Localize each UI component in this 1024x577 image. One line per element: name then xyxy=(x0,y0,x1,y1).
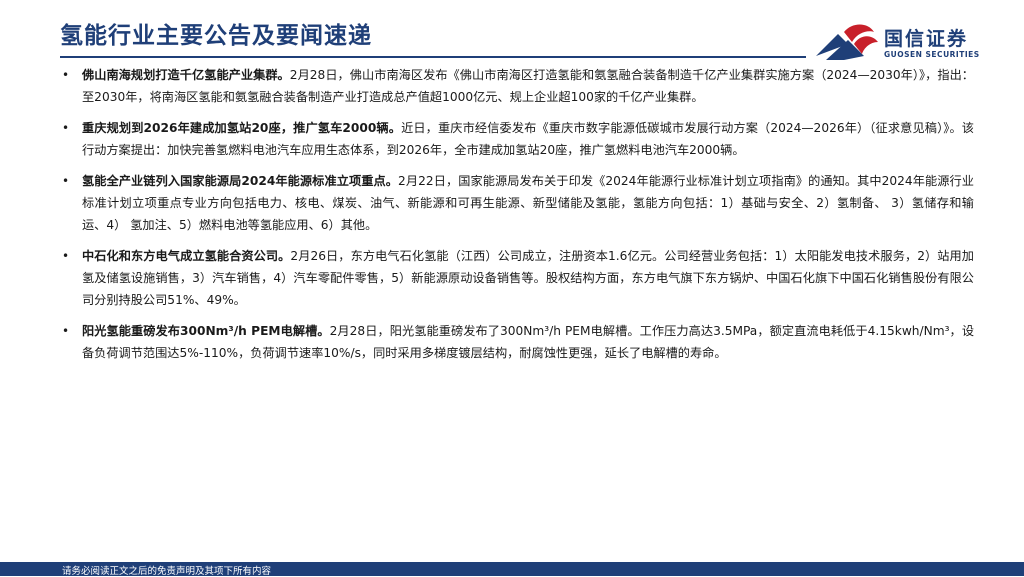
footer-disclaimer: 请务必阅读正文之后的免责声明及其项下所有内容 xyxy=(62,566,272,577)
logo-name-cn: 国信证券 xyxy=(884,28,969,50)
bullet: • xyxy=(62,68,70,82)
list-item: • 中石化和东方电气成立氢能合资公司。2月26日，东方电气石化氢能（江西）公司成… xyxy=(62,245,974,311)
header-divider xyxy=(60,56,806,58)
news-list: • 佛山南海规划打造千亿氢能产业集群。2月28日，佛山市南海区发布《佛山市南海区… xyxy=(62,64,974,373)
list-item: • 重庆规划到2026年建成加氢站20座，推广氢车2000辆。近日，重庆市经信委… xyxy=(62,117,974,161)
guosen-emblem-icon xyxy=(816,24,878,60)
page-title: 氢能行业主要公告及要闻速递 xyxy=(60,23,372,49)
bullet: • xyxy=(62,174,70,188)
bullet: • xyxy=(62,324,70,338)
item-headline: 重庆规划到2026年建成加氢站20座，推广氢车2000辆。 xyxy=(82,121,402,135)
item-headline: 氢能全产业链列入国家能源局2024年能源标准立项重点。 xyxy=(82,174,399,188)
item-headline: 佛山南海规划打造千亿氢能产业集群。 xyxy=(82,68,290,82)
bullet: • xyxy=(62,249,70,263)
list-item: • 阳光氢能重磅发布300Nm³/h PEM电解槽。2月28日，阳光氢能重磅发布… xyxy=(62,320,974,364)
logo-name-en: GUOSEN SECURITIES xyxy=(884,50,980,59)
item-headline: 阳光氢能重磅发布300Nm³/h PEM电解槽。 xyxy=(82,324,330,338)
list-item: • 氢能全产业链列入国家能源局2024年能源标准立项重点。2月22日，国家能源局… xyxy=(62,170,974,236)
bullet: • xyxy=(62,121,70,135)
list-item: • 佛山南海规划打造千亿氢能产业集群。2月28日，佛山市南海区发布《佛山市南海区… xyxy=(62,64,974,108)
company-logo: 国信证券 GUOSEN SECURITIES xyxy=(814,20,984,64)
item-headline: 中石化和东方电气成立氢能合资公司。 xyxy=(82,249,291,263)
